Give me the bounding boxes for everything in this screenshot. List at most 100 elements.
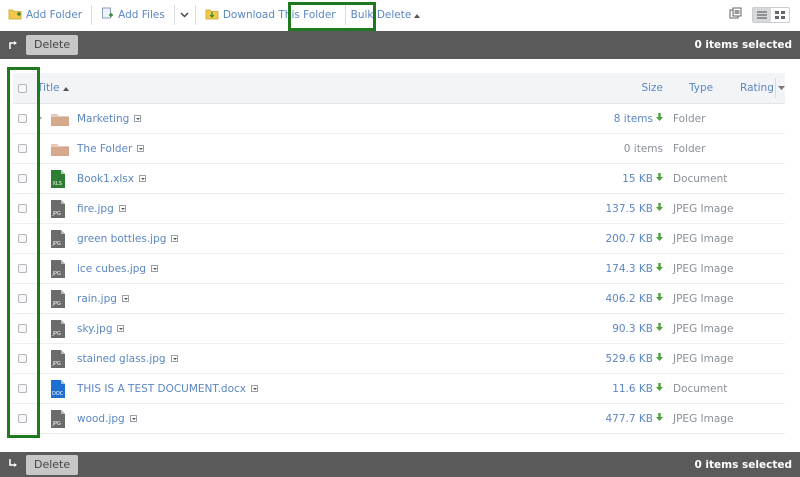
download-arrow-icon[interactable] [656, 233, 663, 244]
table-row[interactable]: JPG rain.jpg 406.2 KB JPEG Image [13, 284, 785, 314]
table-row[interactable]: JPG ice cubes.jpg 174.3 KB JPEG Image [13, 254, 785, 284]
file-name: THIS IS A TEST DOCUMENT.docx [77, 382, 246, 395]
file-size-text: 15 KB [622, 172, 653, 185]
download-arrow-icon[interactable] [656, 173, 663, 184]
top-action-bar: Delete 0 items selected [0, 31, 800, 59]
title-column-header[interactable]: Title [37, 73, 69, 103]
file-type: Document [673, 382, 728, 395]
download-arrow-icon[interactable] [656, 113, 663, 124]
svg-text:JPG: JPG [52, 271, 61, 277]
size-column-header[interactable]: Size [573, 73, 663, 103]
file-size-text: 11.6 KB [612, 382, 653, 395]
screen-capture-icon[interactable] [729, 7, 742, 23]
jpg-file-icon: JPG [51, 314, 65, 343]
selected-count: 0 items selected [694, 458, 792, 471]
table-row[interactable]: The Folder 0 items Folder [13, 134, 785, 164]
grid-view-button[interactable] [771, 8, 789, 22]
rating-column-header[interactable]: Rating [740, 73, 774, 103]
more-options-button[interactable] [175, 0, 195, 30]
file-name-link[interactable]: THIS IS A TEST DOCUMENT.docx [77, 374, 258, 403]
file-name-link[interactable]: stained glass.jpg [77, 344, 178, 373]
download-arrow-icon[interactable] [656, 413, 663, 424]
row-menu-dropdown-icon[interactable] [118, 205, 126, 212]
table-row[interactable]: XLS Book1.xlsx 15 KB Document [13, 164, 785, 194]
download-arrow-icon[interactable] [656, 203, 663, 214]
add-folder-label: Add Folder [26, 9, 83, 21]
file-type: JPEG Image [673, 322, 734, 335]
table-row[interactable]: JPG wood.jpg 477.7 KB JPEG Image [13, 404, 785, 434]
row-menu-dropdown-icon[interactable] [171, 235, 179, 242]
file-size-text: 0 items [623, 142, 663, 155]
file-name-link[interactable]: ice cubes.jpg [77, 254, 159, 283]
selected-count: 0 items selected [694, 39, 792, 51]
grid-header: Title Size Type Rating [13, 73, 785, 104]
row-menu-dropdown-icon[interactable] [151, 265, 159, 272]
file-size-text: 174.3 KB [605, 262, 654, 275]
excel-file-icon: XLS [51, 164, 65, 193]
folder-icon [51, 134, 69, 163]
file-name: wood.jpg [77, 412, 125, 425]
row-menu-dropdown-icon[interactable] [251, 385, 258, 392]
file-size: 529.6 KB [573, 344, 663, 373]
row-menu-dropdown-icon[interactable] [129, 415, 137, 422]
download-arrow-icon[interactable] [656, 383, 663, 394]
grid-view-icon [775, 11, 785, 19]
title-header-label: Title [37, 82, 60, 94]
return-arrow-icon [0, 39, 26, 52]
jpg-file-icon: JPG [51, 224, 65, 253]
svg-text:JPG: JPG [52, 331, 61, 337]
file-type: Folder [673, 112, 706, 125]
row-menu-dropdown-icon[interactable] [117, 325, 125, 332]
file-size-text: 200.7 KB [605, 232, 654, 245]
delete-button[interactable]: Delete [26, 454, 79, 475]
file-name-link[interactable]: green bottles.jpg [77, 224, 179, 253]
chevron-down-icon [180, 10, 189, 21]
file-name-link[interactable]: The Folder [77, 134, 145, 163]
delete-button[interactable]: Delete [26, 35, 79, 55]
file-size: 15 KB [573, 164, 663, 193]
column-menu-button[interactable] [775, 78, 786, 98]
table-row[interactable]: JPG sky.jpg 90.3 KB JPEG Image [13, 314, 785, 344]
table-row[interactable]: DOC THIS IS A TEST DOCUMENT.docx 11.6 KB Do… [13, 374, 785, 404]
row-menu-dropdown-icon[interactable] [170, 355, 178, 362]
file-name-link[interactable]: sky.jpg [77, 314, 125, 343]
file-type: JPEG Image [673, 292, 734, 305]
file-name-link[interactable]: Marketing [77, 104, 142, 133]
add-files-button[interactable]: Add Files [92, 0, 168, 30]
sort-up-icon [62, 82, 69, 94]
view-toggle [752, 7, 790, 23]
download-arrow-icon[interactable] [656, 263, 663, 274]
row-menu-dropdown-icon[interactable] [137, 145, 145, 152]
checkbox-column-highlight [7, 67, 40, 438]
bottom-action-bar: Delete 0 items selected [0, 452, 800, 477]
table-row[interactable]: Marketing 8 items Folder [13, 104, 785, 134]
row-menu-dropdown-icon[interactable] [134, 115, 142, 122]
row-menu-dropdown-icon[interactable] [121, 295, 129, 302]
file-size: 0 items [573, 134, 663, 163]
file-size: 406.2 KB [573, 284, 663, 313]
file-type: Folder [673, 142, 706, 155]
row-menu-dropdown-icon[interactable] [138, 175, 146, 182]
table-row[interactable]: JPG green bottles.jpg 200.7 KB JPEG Image [13, 224, 785, 254]
folder-download-icon [205, 8, 219, 23]
table-row[interactable]: JPG stained glass.jpg 529.6 KB JPEG Image [13, 344, 785, 374]
file-name-link[interactable]: rain.jpg [77, 284, 129, 313]
file-name-link[interactable]: wood.jpg [77, 404, 137, 433]
file-type: JPEG Image [673, 202, 734, 215]
svg-text:JPG: JPG [52, 241, 61, 247]
file-size: 200.7 KB [573, 224, 663, 253]
file-name: Book1.xlsx [77, 172, 134, 185]
file-size-text: 8 items [613, 112, 653, 125]
download-arrow-icon[interactable] [656, 323, 663, 334]
download-arrow-icon[interactable] [656, 353, 663, 364]
add-folder-button[interactable]: Add Folder [0, 0, 85, 30]
file-name: fire.jpg [77, 202, 114, 215]
file-name-link[interactable]: fire.jpg [77, 194, 126, 223]
list-view-button[interactable] [753, 8, 771, 22]
return-arrow-icon [0, 458, 26, 471]
file-size-text: 90.3 KB [612, 322, 653, 335]
download-arrow-icon[interactable] [656, 293, 663, 304]
jpg-file-icon: JPG [51, 284, 65, 313]
table-row[interactable]: JPG fire.jpg 137.5 KB JPEG Image [13, 194, 785, 224]
file-name-link[interactable]: Book1.xlsx [77, 164, 146, 193]
